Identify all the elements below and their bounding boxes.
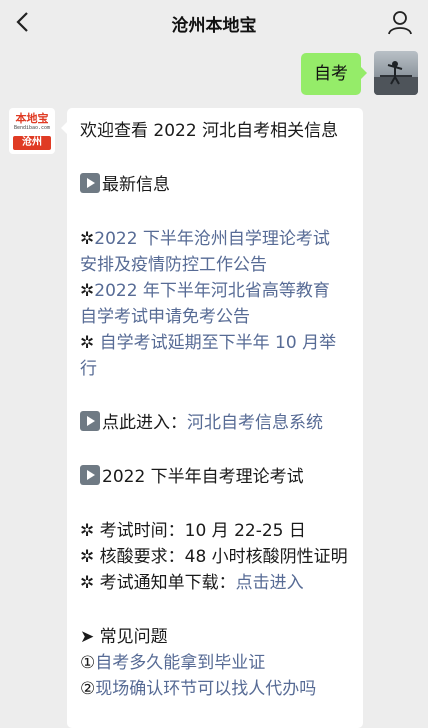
play-icon xyxy=(80,465,100,485)
enter-prefix: 点此进入： xyxy=(102,413,187,433)
news-item-1[interactable]: ✲2022 下半年沧州自学理论考试 xyxy=(80,226,330,252)
news-link-1a[interactable]: 2022 下半年沧州自学理论考试 xyxy=(94,229,330,249)
faq-item-2[interactable]: ②现场确认环节可以找人代办吗 xyxy=(80,676,316,702)
logo-city: 沧州 xyxy=(13,136,51,150)
star-bullet: ✲ xyxy=(80,281,95,301)
notice-link[interactable]: 点击进入 xyxy=(236,573,304,593)
avatar-photo-icon xyxy=(374,61,418,95)
star-bullet: ✲ xyxy=(80,229,95,249)
acid-requirement: ✲ 核酸要求：48 小时核酸阴性证明 xyxy=(80,547,348,567)
user-avatar[interactable] xyxy=(374,51,418,95)
exam-time: ✲ 考试时间：10 月 22-25 日 xyxy=(80,521,306,541)
notice-download-line: ✲ 考试通知单下载：点击进入 xyxy=(80,570,304,596)
incoming-message: 欢迎查看 2022 河北自考相关信息 最新信息 ✲2022 下半年沧州自学理论考… xyxy=(61,108,363,728)
logo-subtext: Bendibao.com xyxy=(13,125,51,131)
play-icon xyxy=(80,411,100,431)
section-latest-title: 最新信息 xyxy=(102,175,170,195)
logo-text: 本地宝 xyxy=(15,112,49,125)
faq-item-1[interactable]: ①自考多久能拿到毕业证 xyxy=(80,650,265,676)
news-link-2b[interactable]: 自学考试申请免考公告 xyxy=(80,304,250,330)
faq-number: ② xyxy=(80,679,96,699)
play-icon xyxy=(80,173,100,193)
enter-system-line: 点此进入：河北自考信息系统 xyxy=(80,410,323,436)
section-exam: 2022 下半年自考理论考试 xyxy=(80,464,304,490)
faq-link-1[interactable]: 自考多久能拿到毕业证 xyxy=(95,653,265,673)
bot-avatar[interactable]: 本地宝 Bendibao.com 沧州 xyxy=(9,108,55,154)
person-icon[interactable] xyxy=(386,8,414,36)
news-link-3a[interactable]: 自学考试延期至下半年 10 月举 xyxy=(100,333,336,353)
greeting-text: 欢迎查看 2022 河北自考相关信息 xyxy=(80,121,339,141)
news-item-2[interactable]: ✲2022 年下半年河北省高等教育 xyxy=(80,278,330,304)
system-link[interactable]: 河北自考信息系统 xyxy=(187,413,323,433)
news-link-1b[interactable]: 安排及疫情防控工作公告 xyxy=(80,252,267,278)
outgoing-message: 自考 xyxy=(301,53,367,95)
star-bullet: ✲ xyxy=(80,333,100,353)
top-bar: 沧州本地宝 xyxy=(0,0,428,44)
faq-title: ➤ 常见问题 xyxy=(80,627,168,647)
section-latest: 最新信息 xyxy=(80,172,170,198)
faq-number: ① xyxy=(80,653,96,673)
page-title: 沧州本地宝 xyxy=(171,16,257,36)
faq-link-2[interactable]: 现场确认环节可以找人代办吗 xyxy=(95,679,316,699)
news-link-2a[interactable]: 2022 年下半年河北省高等教育 xyxy=(94,281,330,301)
section-exam-title: 2022 下半年自考理论考试 xyxy=(102,467,304,487)
news-item-3[interactable]: ✲ 自学考试延期至下半年 10 月举 xyxy=(80,330,336,356)
news-link-3b[interactable]: 行 xyxy=(80,356,97,382)
notice-prefix: ✲ 考试通知单下载： xyxy=(80,573,236,593)
